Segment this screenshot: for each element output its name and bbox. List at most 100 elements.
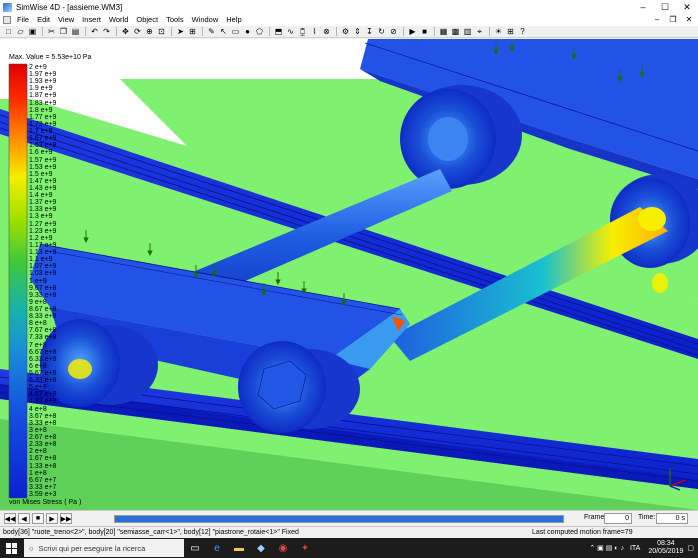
probe-icon[interactable]: ✎	[206, 27, 217, 37]
menu-insert[interactable]: Insert	[78, 14, 105, 26]
task-view-icon[interactable]: ▭	[184, 538, 206, 558]
rect-icon[interactable]: ▭	[230, 27, 241, 37]
sphere-icon[interactable]: ●	[242, 27, 253, 37]
tray-icons[interactable]: ⌃ ▣ ▤ ◐ ♪	[589, 544, 624, 552]
camera-icon[interactable]: ⌖	[474, 27, 485, 37]
legend-label: 1.87 e+9	[29, 92, 57, 100]
legend-title: von Mises Stress ( Pa )	[9, 499, 82, 506]
toolbar-separator	[171, 27, 172, 36]
legend-label: 3 e+8	[29, 426, 47, 434]
menu-file[interactable]: File	[13, 14, 33, 26]
stop-button[interactable]: ■	[32, 513, 44, 524]
motor-icon[interactable]: ⚙	[340, 27, 351, 37]
play-icon[interactable]: ▶	[407, 27, 418, 37]
3d-viewport[interactable]: Max. Value = 5.53e+10 Pa 2 e+9 1.97 e+9 1.…	[0, 39, 698, 510]
app-window: SimWise 4D - [assieme.WM3] – ☐ ✕ File Ed…	[0, 0, 698, 558]
edge-browser-icon[interactable]: e	[206, 538, 228, 558]
legend-label: 1.7 e+9	[29, 128, 53, 136]
legend-label: 1.77 e+9	[29, 113, 57, 121]
play-button[interactable]: ▶▶	[60, 513, 72, 524]
close-button[interactable]: ✕	[676, 0, 698, 14]
toolbar-separator	[269, 27, 270, 36]
menu-object[interactable]: Object	[132, 14, 162, 26]
menu-help[interactable]: Help	[222, 14, 245, 26]
maximize-button[interactable]: ☐	[654, 0, 676, 14]
constraint-icon[interactable]: ⊞	[187, 27, 198, 37]
copy-icon[interactable]: ❐	[58, 27, 69, 37]
legend-label: 6.67 e+7	[29, 476, 57, 484]
help-icon[interactable]: ?	[517, 27, 528, 37]
legend-label: 6 e+8	[29, 362, 47, 370]
toolbar-separator	[202, 27, 203, 36]
app-icon[interactable]: ✦	[294, 538, 316, 558]
step-back-button[interactable]: ◀	[18, 513, 30, 524]
select-icon[interactable]: ➤	[175, 27, 186, 37]
frame-field[interactable]: 0	[604, 513, 632, 524]
menu-edit[interactable]: Edit	[33, 14, 54, 26]
window-title: SimWise 4D - [assieme.WM3]	[16, 2, 123, 12]
legend-label: 2 e+8	[29, 448, 47, 456]
grid-icon[interactable]: ⊞	[505, 27, 516, 37]
menu-window[interactable]: Window	[188, 14, 223, 26]
legend-label: 4.33 e+8	[29, 398, 57, 406]
polygon-icon[interactable]: ⬠	[254, 27, 265, 37]
legend-label: 1.73 e+9	[29, 120, 57, 128]
mdi-minimize-button[interactable]: –	[650, 14, 664, 26]
rotate-icon[interactable]: ⟳	[132, 27, 143, 37]
mdi-restore-button[interactable]: ❐	[666, 14, 680, 26]
legend-label: 6.33 e+8	[29, 355, 57, 363]
timeline-slider[interactable]	[114, 515, 564, 523]
taskbar-clock[interactable]: 08:34 20/05/2019	[648, 540, 683, 556]
undo-icon[interactable]: ↶	[89, 27, 100, 37]
stop-icon[interactable]: ■	[419, 27, 430, 37]
legend-label: 4 e+8	[29, 405, 47, 413]
save-icon[interactable]: ▣	[27, 27, 38, 37]
simwise-taskbar-icon[interactable]: ◆	[250, 538, 272, 558]
rope-icon[interactable]: ⌇	[309, 27, 320, 37]
joint-icon[interactable]: ⊗	[321, 27, 332, 37]
windows-start-icon[interactable]	[0, 538, 22, 558]
arrow-icon[interactable]: ↖	[218, 27, 229, 37]
redo-icon[interactable]: ↷	[101, 27, 112, 37]
title-bar: SimWise 4D - [assieme.WM3] – ☐ ✕	[0, 0, 698, 14]
fea-icon[interactable]: ▩	[450, 27, 461, 37]
menu-world[interactable]: World	[105, 14, 132, 26]
mdi-close-button[interactable]: ✕	[682, 14, 696, 26]
paste-icon[interactable]: ▤	[70, 27, 81, 37]
time-field[interactable]: 0 s	[656, 513, 688, 524]
extrude-icon[interactable]: ⬒	[273, 27, 284, 37]
light-icon[interactable]: ☀	[493, 27, 504, 37]
plot-icon[interactable]: ▥	[462, 27, 473, 37]
minimize-button[interactable]: –	[632, 0, 654, 14]
taskbar-search-input[interactable]: ○ Scrivi qui per eseguire la ricerca	[24, 539, 184, 557]
legend-label: 1.1 e+9	[29, 256, 53, 264]
rewind-button[interactable]: ◀◀	[4, 513, 16, 524]
document-icon[interactable]	[3, 16, 11, 24]
legend-label: 1.83 e+9	[29, 99, 57, 107]
open-icon[interactable]: ▱	[15, 27, 26, 37]
actuator-icon[interactable]: ⇕	[352, 27, 363, 37]
fit-icon[interactable]: ⊡	[156, 27, 167, 37]
file-explorer-icon[interactable]: ▬	[228, 538, 250, 558]
legend-label: 1 e+9	[29, 277, 47, 285]
mesh-icon[interactable]: ▦	[438, 27, 449, 37]
torque-icon[interactable]: ↻	[376, 27, 387, 37]
meter-icon[interactable]: ⊘	[388, 27, 399, 37]
move-icon[interactable]: ✥	[120, 27, 131, 37]
legend-label: 1.9 e+9	[29, 85, 53, 93]
legend-label: 4.67 e+8	[29, 391, 57, 399]
legend-label: 1.23 e+9	[29, 227, 57, 235]
language-indicator[interactable]: ITA	[630, 545, 640, 552]
damper-icon[interactable]: ⧮	[297, 27, 308, 37]
chrome-icon[interactable]: ◉	[272, 538, 294, 558]
menu-view[interactable]: View	[54, 14, 78, 26]
new-icon[interactable]: □	[3, 27, 14, 37]
legend-label: 1.53 e+9	[29, 163, 57, 171]
cut-icon[interactable]: ✂	[46, 27, 57, 37]
step-forward-button[interactable]: ▶	[46, 513, 58, 524]
zoom-icon[interactable]: ⊕	[144, 27, 155, 37]
menu-tools[interactable]: Tools	[162, 14, 188, 26]
notifications-icon[interactable]: ▢	[687, 544, 694, 552]
force-icon[interactable]: ↧	[364, 27, 375, 37]
spring-icon[interactable]: ∿	[285, 27, 296, 37]
